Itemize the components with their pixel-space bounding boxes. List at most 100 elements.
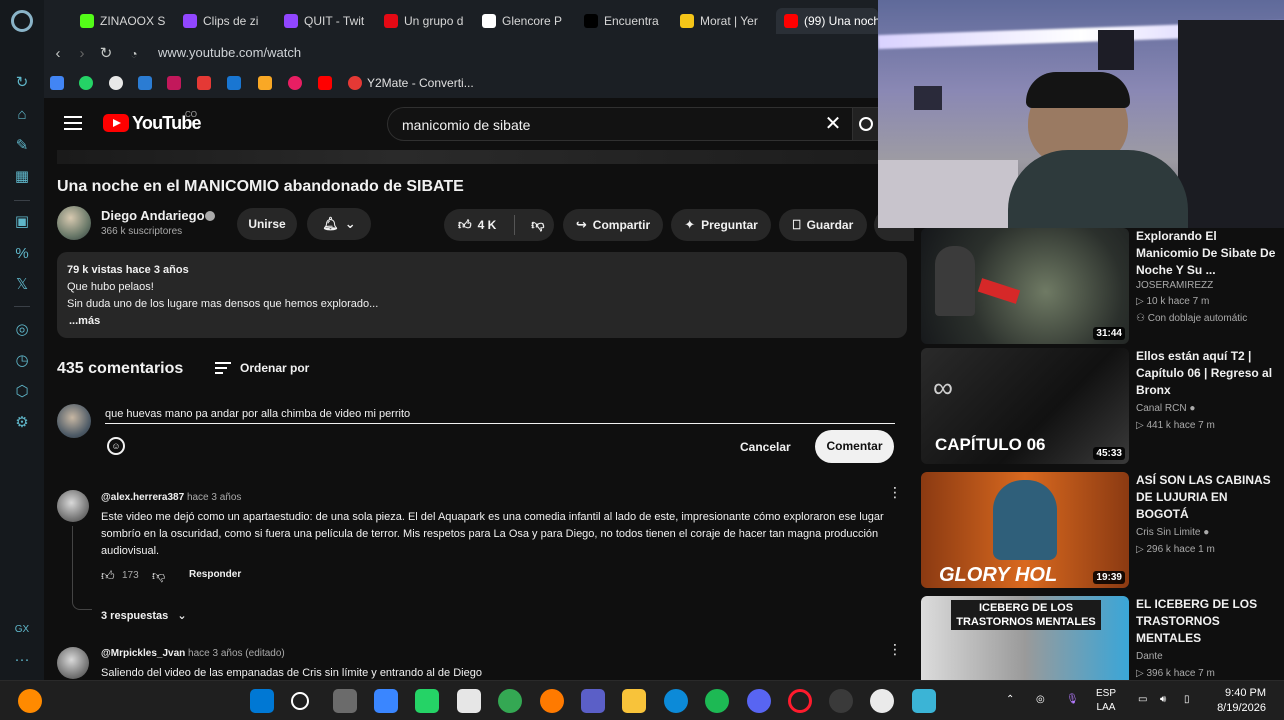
share-button[interactable]: ↪ Compartir	[563, 209, 663, 241]
bookmark-docs-icon[interactable]	[50, 76, 64, 90]
browser-tab[interactable]: Glencore P	[482, 8, 574, 34]
player-icon[interactable]: ◎	[13, 321, 31, 339]
sort-button[interactable]: Ordenar por	[240, 361, 309, 375]
weather-icon[interactable]	[18, 689, 42, 713]
browser-tab[interactable]: Clips de zi	[183, 8, 275, 34]
rec-item[interactable]: GLORY HOL 19:39 ASÍ SON LAS CABINAS DE L…	[921, 472, 1277, 590]
like-icon[interactable]: 👍︎	[458, 217, 472, 233]
discord-icon[interactable]	[747, 689, 771, 713]
save-button[interactable]: ⎕ Guardar	[779, 209, 867, 241]
reload-button[interactable]: ↻	[96, 44, 116, 64]
rec-thumbnail[interactable]: 31:44	[921, 228, 1129, 344]
chrome-icon[interactable]	[498, 689, 522, 713]
comment-author[interactable]: @Mrpickles_Jvan hace 3 años (editado)	[101, 648, 285, 659]
show-more-link[interactable]: ...más	[69, 315, 100, 327]
comment-like-icon[interactable]: 👍︎	[101, 568, 115, 584]
pin-icon[interactable]: ✎	[13, 137, 31, 155]
url-field[interactable]: www.youtube.com/watch	[158, 45, 301, 60]
twitch-icon[interactable]: ▣	[13, 213, 31, 231]
opera-gx-icon[interactable]	[788, 689, 812, 713]
x-twitter-icon[interactable]: 𝕏	[13, 276, 31, 294]
media-player-icon[interactable]	[870, 689, 894, 713]
rec-channel-name[interactable]: Canal RCN	[1136, 403, 1187, 414]
forward-button[interactable]: ›	[72, 44, 92, 64]
ask-button[interactable]: ✦ Preguntar	[671, 209, 771, 241]
comment-menu-icon[interactable]: ⋮	[888, 642, 902, 663]
bookmark-circle-icon[interactable]	[288, 76, 302, 90]
comment-author-handle[interactable]: @Mrpickles_Jvan	[101, 648, 185, 659]
task-view-icon[interactable]	[333, 689, 357, 713]
rec-item[interactable]: 31:44 Explorando El Manicomio De Sibate …	[921, 228, 1277, 346]
search-input[interactable]: manicomio de sibate	[402, 117, 530, 133]
teams-icon[interactable]	[581, 689, 605, 713]
rec-item[interactable]: ∞ CAPÍTULO 06 45:33 Ellos están aquí T2 …	[921, 348, 1277, 466]
comment-avatar[interactable]	[57, 490, 89, 522]
rec-thumbnail[interactable]: ∞ CAPÍTULO 06 45:33	[921, 348, 1129, 464]
display-icon[interactable]: ▭	[1138, 693, 1147, 707]
search-button[interactable]	[852, 107, 878, 141]
video-player[interactable]	[57, 150, 907, 164]
rec-channel[interactable]: Canal RCN ●	[1136, 403, 1195, 414]
comment-submit-button[interactable]: Comentar	[815, 430, 894, 463]
back-button[interactable]: ‹	[48, 44, 68, 64]
channel-avatar[interactable]	[57, 206, 91, 240]
channel-name[interactable]: Diego Andariego	[101, 208, 205, 223]
cube-icon[interactable]: ⬡	[13, 383, 31, 401]
bookmark-sheet-icon[interactable]	[258, 76, 272, 90]
comment-dislike-icon[interactable]: 👎︎	[152, 568, 165, 584]
search-icon[interactable]	[291, 692, 309, 710]
rec-title[interactable]: Ellos están aquí T2 | Capítulo 06 | Regr…	[1136, 348, 1276, 399]
comment-avatar[interactable]	[57, 647, 89, 679]
replies-toggle[interactable]: 3 respuestas ⌄	[101, 609, 187, 622]
bookmark-atlas-icon[interactable]	[227, 76, 241, 90]
browser-tab[interactable]: Un grupo d	[384, 8, 476, 34]
bookmark-y2mate-icon[interactable]	[348, 76, 362, 90]
stats-icon[interactable]: ▦	[13, 168, 31, 186]
rec-item[interactable]: ICEBERG DE LOS TRASTORNOS MENTALES EL IC…	[921, 596, 1277, 680]
rec-channel-name[interactable]: Cris Sin Limite	[1136, 527, 1200, 538]
site-info-icon[interactable]: ◔	[124, 44, 144, 64]
volume-icon[interactable]: 🔊︎	[1160, 693, 1166, 707]
bookmark-bookmark-icon[interactable]	[197, 76, 211, 90]
like-count[interactable]: 4 K	[478, 218, 497, 232]
close-icon[interactable]: ✕	[822, 113, 844, 135]
network-icon[interactable]: ◎	[1036, 693, 1045, 707]
browser-tab[interactable]: Encuentra	[584, 8, 672, 34]
settings-icon[interactable]: ⚙	[13, 414, 31, 432]
start-icon[interactable]	[250, 689, 274, 713]
rec-title[interactable]: EL ICEBERG DE LOS TRASTORNOS MENTALES	[1136, 596, 1276, 647]
rec-channel[interactable]: Cris Sin Limite ●	[1136, 527, 1209, 538]
store-icon[interactable]	[457, 689, 481, 713]
comment-menu-icon[interactable]: ⋮	[888, 485, 902, 506]
chevron-up-icon[interactable]: ⌃	[1006, 693, 1014, 707]
whatsapp-icon[interactable]	[415, 689, 439, 713]
history-icon[interactable]: ◷	[13, 352, 31, 370]
clock[interactable]: 9:40 PM 8/19/2026	[1217, 686, 1266, 716]
language-indicator[interactable]: ESP LAA	[1096, 687, 1116, 715]
browser-tab[interactable]: Morat | Yer	[680, 8, 768, 34]
comment-author-handle[interactable]: @alex.herrera387	[101, 492, 184, 503]
folder-icon[interactable]	[622, 689, 646, 713]
browser-tab[interactable]: (99) Una noch	[776, 8, 878, 34]
extensions-icon[interactable]: ⌂	[13, 106, 31, 124]
sort-icon[interactable]	[215, 362, 231, 374]
brave-icon[interactable]	[540, 689, 564, 713]
opera-logo-icon[interactable]	[11, 10, 33, 32]
notifications-button[interactable]: 🔔︎ ⌄	[307, 208, 371, 240]
rec-channel[interactable]: Dante	[1136, 651, 1163, 662]
mail-icon[interactable]	[374, 689, 398, 713]
rec-title[interactable]: Explorando El Manicomio De Sibate De Noc…	[1136, 228, 1276, 279]
microphone-icon[interactable]: 🎙︎	[1066, 693, 1079, 707]
spotify-icon[interactable]	[705, 689, 729, 713]
bookmark-translate-icon[interactable]	[138, 76, 152, 90]
rec-thumbnail[interactable]: ICEBERG DE LOS TRASTORNOS MENTALES	[921, 596, 1129, 680]
aria-icon[interactable]: ↻	[13, 74, 31, 92]
youtube-logo-icon[interactable]	[103, 114, 129, 132]
rec-title[interactable]: ASÍ SON LAS CABINAS DE LUJURIA EN BOGOTÁ	[1136, 472, 1276, 523]
battery-icon[interactable]: ▯	[1184, 693, 1190, 707]
notepad-icon[interactable]	[912, 689, 936, 713]
bookmark-x-icon[interactable]	[167, 76, 181, 90]
emoji-icon[interactable]: ☺	[107, 437, 125, 455]
browser-tab[interactable]: ZINAOOX S	[80, 8, 172, 34]
comment-author[interactable]: @alex.herrera387 hace 3 años	[101, 492, 241, 503]
